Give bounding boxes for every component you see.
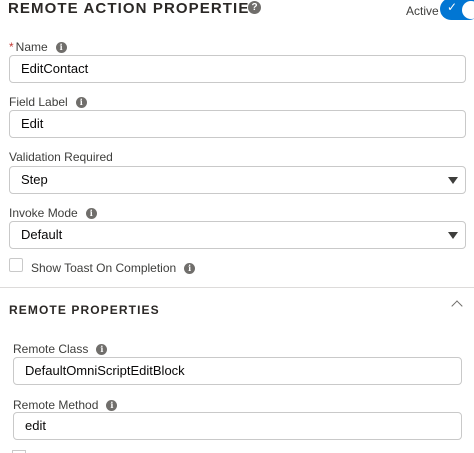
question-circle-icon[interactable]: ? [248, 1, 261, 14]
validation-required-label: Validation Required [9, 150, 113, 164]
info-icon[interactable]: i [55, 42, 67, 53]
field-label-input[interactable]: Edit [9, 110, 466, 138]
active-label: Active [406, 4, 439, 18]
invoke-mode-label-text: Invoke Mode [9, 206, 78, 220]
name-field-label: * Name i [9, 40, 67, 54]
invoke-mode-field-label: Invoke Mode i [9, 206, 97, 220]
caret-down-icon [448, 177, 458, 184]
validation-required-value: Step [21, 172, 48, 187]
info-icon[interactable]: i [85, 208, 97, 219]
field-label-field-label: Field Label i [9, 95, 87, 109]
field-label-text: Field Label [9, 95, 68, 109]
remote-properties-title[interactable]: REMOTE PROPERTIES [9, 303, 160, 317]
info-icon[interactable]: i [184, 263, 196, 274]
validation-required-select[interactable]: Step [9, 166, 466, 194]
required-marker: * [9, 40, 14, 54]
caret-down-icon [448, 232, 458, 239]
remote-method-input[interactable]: edit [13, 412, 462, 440]
remote-class-field-label: Remote Class i [13, 342, 108, 356]
show-toast-label-text: Show Toast On Completion [31, 261, 177, 275]
info-icon[interactable]: i [75, 97, 87, 108]
name-label-text: Name [15, 40, 48, 54]
remote-method-label-text: Remote Method [13, 398, 99, 412]
remote-method-field-label: Remote Method i [13, 398, 118, 412]
remote-class-input[interactable]: DefaultOmniScriptEditBlock [13, 357, 462, 385]
name-input[interactable]: EditContact [9, 55, 466, 83]
info-icon[interactable]: i [106, 400, 118, 411]
info-icon[interactable]: i [96, 344, 108, 355]
invoke-mode-select[interactable]: Default [9, 221, 466, 249]
panel-title: REMOTE ACTION PROPERTIES [8, 0, 261, 17]
show-toast-checkbox[interactable] [9, 258, 23, 272]
toggle-knob [462, 1, 474, 19]
chevron-up-icon[interactable] [451, 300, 463, 312]
check-icon: ✓ [447, 0, 458, 14]
invoke-mode-value: Default [21, 227, 63, 242]
show-toast-label: Show Toast On Completion i [31, 261, 196, 275]
remote-class-label-text: Remote Class [13, 342, 89, 356]
section-divider [0, 287, 474, 288]
